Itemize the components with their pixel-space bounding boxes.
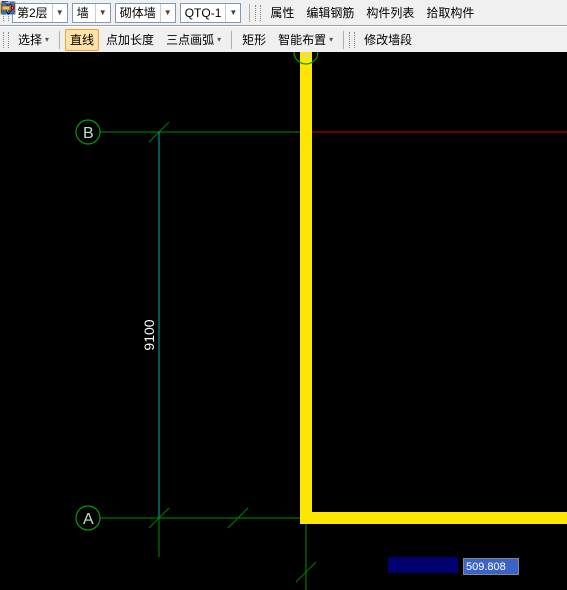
- floor-combo[interactable]: 第2层 ▼: [12, 3, 68, 23]
- line-label: 直线: [70, 31, 94, 48]
- drawing-svg: 1 B A 9100: [0, 52, 567, 590]
- component-list-label: 构件列表: [366, 4, 414, 21]
- wall-horizontal: [300, 512, 567, 524]
- point-length-button[interactable]: 点加长度: [101, 29, 159, 51]
- select-label: 选择: [18, 31, 42, 48]
- toolbar-draw: 选择 直线 点加长度 三点画弧 矩形 智能布置 修改墙段: [0, 26, 567, 53]
- pick-component-button[interactable]: 拾取构件: [421, 2, 479, 24]
- wall-type-combo[interactable]: 砌体墙 ▼: [115, 3, 176, 23]
- wall-type-value: 砌体墙: [116, 4, 160, 21]
- edit-rebar-button[interactable]: 编辑钢筋: [301, 2, 359, 24]
- component-combo[interactable]: QTQ-1 ▼: [180, 3, 242, 23]
- line-button[interactable]: 直线: [65, 29, 99, 51]
- select-button[interactable]: 选择: [13, 29, 54, 51]
- properties-button[interactable]: 属性: [265, 2, 299, 24]
- axis-label-1: 1: [302, 52, 311, 62]
- selection-highlight: [388, 557, 458, 573]
- rectangle-label: 矩形: [242, 31, 266, 48]
- rectangle-button[interactable]: 矩形: [237, 29, 271, 51]
- component-list-button[interactable]: 构件列表: [361, 2, 419, 24]
- toolbar-context: 第2层 ▼ 墙 ▼ 砌体墙 ▼ QTQ-1 ▼ 属性 编辑钢筋 构件列表 拾取构…: [0, 0, 567, 26]
- floor-value: 第2层: [13, 4, 52, 21]
- smart-layout-button[interactable]: 智能布置: [273, 29, 338, 51]
- chevron-down-icon: ▼: [95, 4, 110, 22]
- chevron-down-icon: ▼: [52, 4, 67, 22]
- wall-vertical: [300, 52, 312, 518]
- chevron-down-icon: ▼: [160, 4, 175, 22]
- edit-rebar-label: 编辑钢筋: [306, 4, 354, 21]
- dimension-vertical: 9100: [141, 319, 157, 350]
- arc-label: 三点画弧: [166, 31, 214, 48]
- chevron-down-icon: ▼: [225, 4, 240, 22]
- modify-wall-segment-button[interactable]: 修改墙段: [359, 29, 417, 51]
- toolbar-grip[interactable]: [3, 32, 9, 48]
- separator: [231, 31, 232, 49]
- axis-label-a: A: [83, 511, 94, 528]
- three-point-arc-button[interactable]: 三点画弧: [161, 29, 226, 51]
- separator: [343, 31, 344, 49]
- length-input[interactable]: [463, 558, 519, 575]
- toolbar-grip[interactable]: [349, 32, 355, 48]
- separator: [59, 31, 60, 49]
- modify-wall-label: 修改墙段: [364, 31, 412, 48]
- toolbar-grip[interactable]: [255, 5, 261, 21]
- component-value: QTQ-1: [181, 6, 226, 20]
- pick-component-label: 拾取构件: [426, 4, 474, 21]
- properties-label: 属性: [270, 4, 294, 21]
- separator: [249, 4, 250, 22]
- category-combo[interactable]: 墙 ▼: [72, 3, 111, 23]
- drawing-canvas[interactable]: 1 B A 9100: [0, 52, 567, 590]
- smart-layout-label: 智能布置: [278, 31, 326, 48]
- axis-label-b: B: [83, 125, 94, 142]
- point-length-label: 点加长度: [106, 31, 154, 48]
- category-value: 墙: [73, 4, 95, 21]
